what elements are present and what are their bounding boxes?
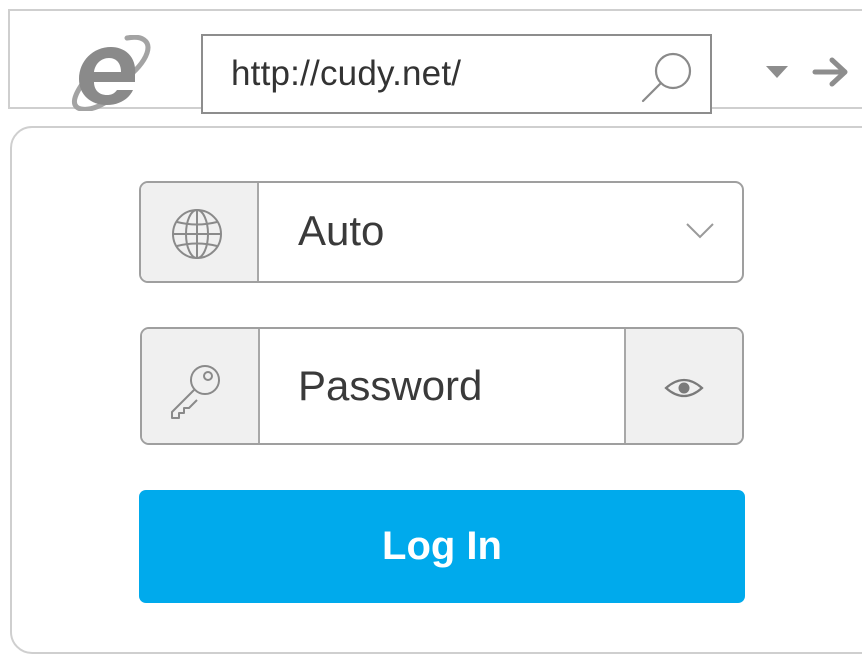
eye-icon[interactable] <box>664 376 704 400</box>
browser-toolbar: http://cudy.net/ <box>8 9 862 114</box>
address-bar[interactable]: http://cudy.net/ <box>201 34 712 114</box>
dropdown-arrow-icon[interactable] <box>766 66 788 80</box>
password-field <box>140 327 744 445</box>
password-icon-cell <box>142 329 260 443</box>
language-icon-cell <box>141 183 259 281</box>
key-icon <box>171 365 220 419</box>
search-icon[interactable] <box>639 47 697 105</box>
language-selected-value[interactable]: Auto <box>298 207 384 255</box>
go-arrow-icon[interactable] <box>812 56 850 88</box>
internet-explorer-logo-icon[interactable] <box>67 35 151 111</box>
chevron-down-icon[interactable] <box>685 222 715 240</box>
login-button[interactable]: Log In <box>139 490 745 603</box>
language-select[interactable]: Auto <box>139 181 744 283</box>
password-input[interactable] <box>260 329 624 443</box>
globe-icon <box>172 209 222 259</box>
address-url[interactable]: http://cudy.net/ <box>231 54 461 94</box>
show-password-toggle[interactable] <box>624 329 742 443</box>
